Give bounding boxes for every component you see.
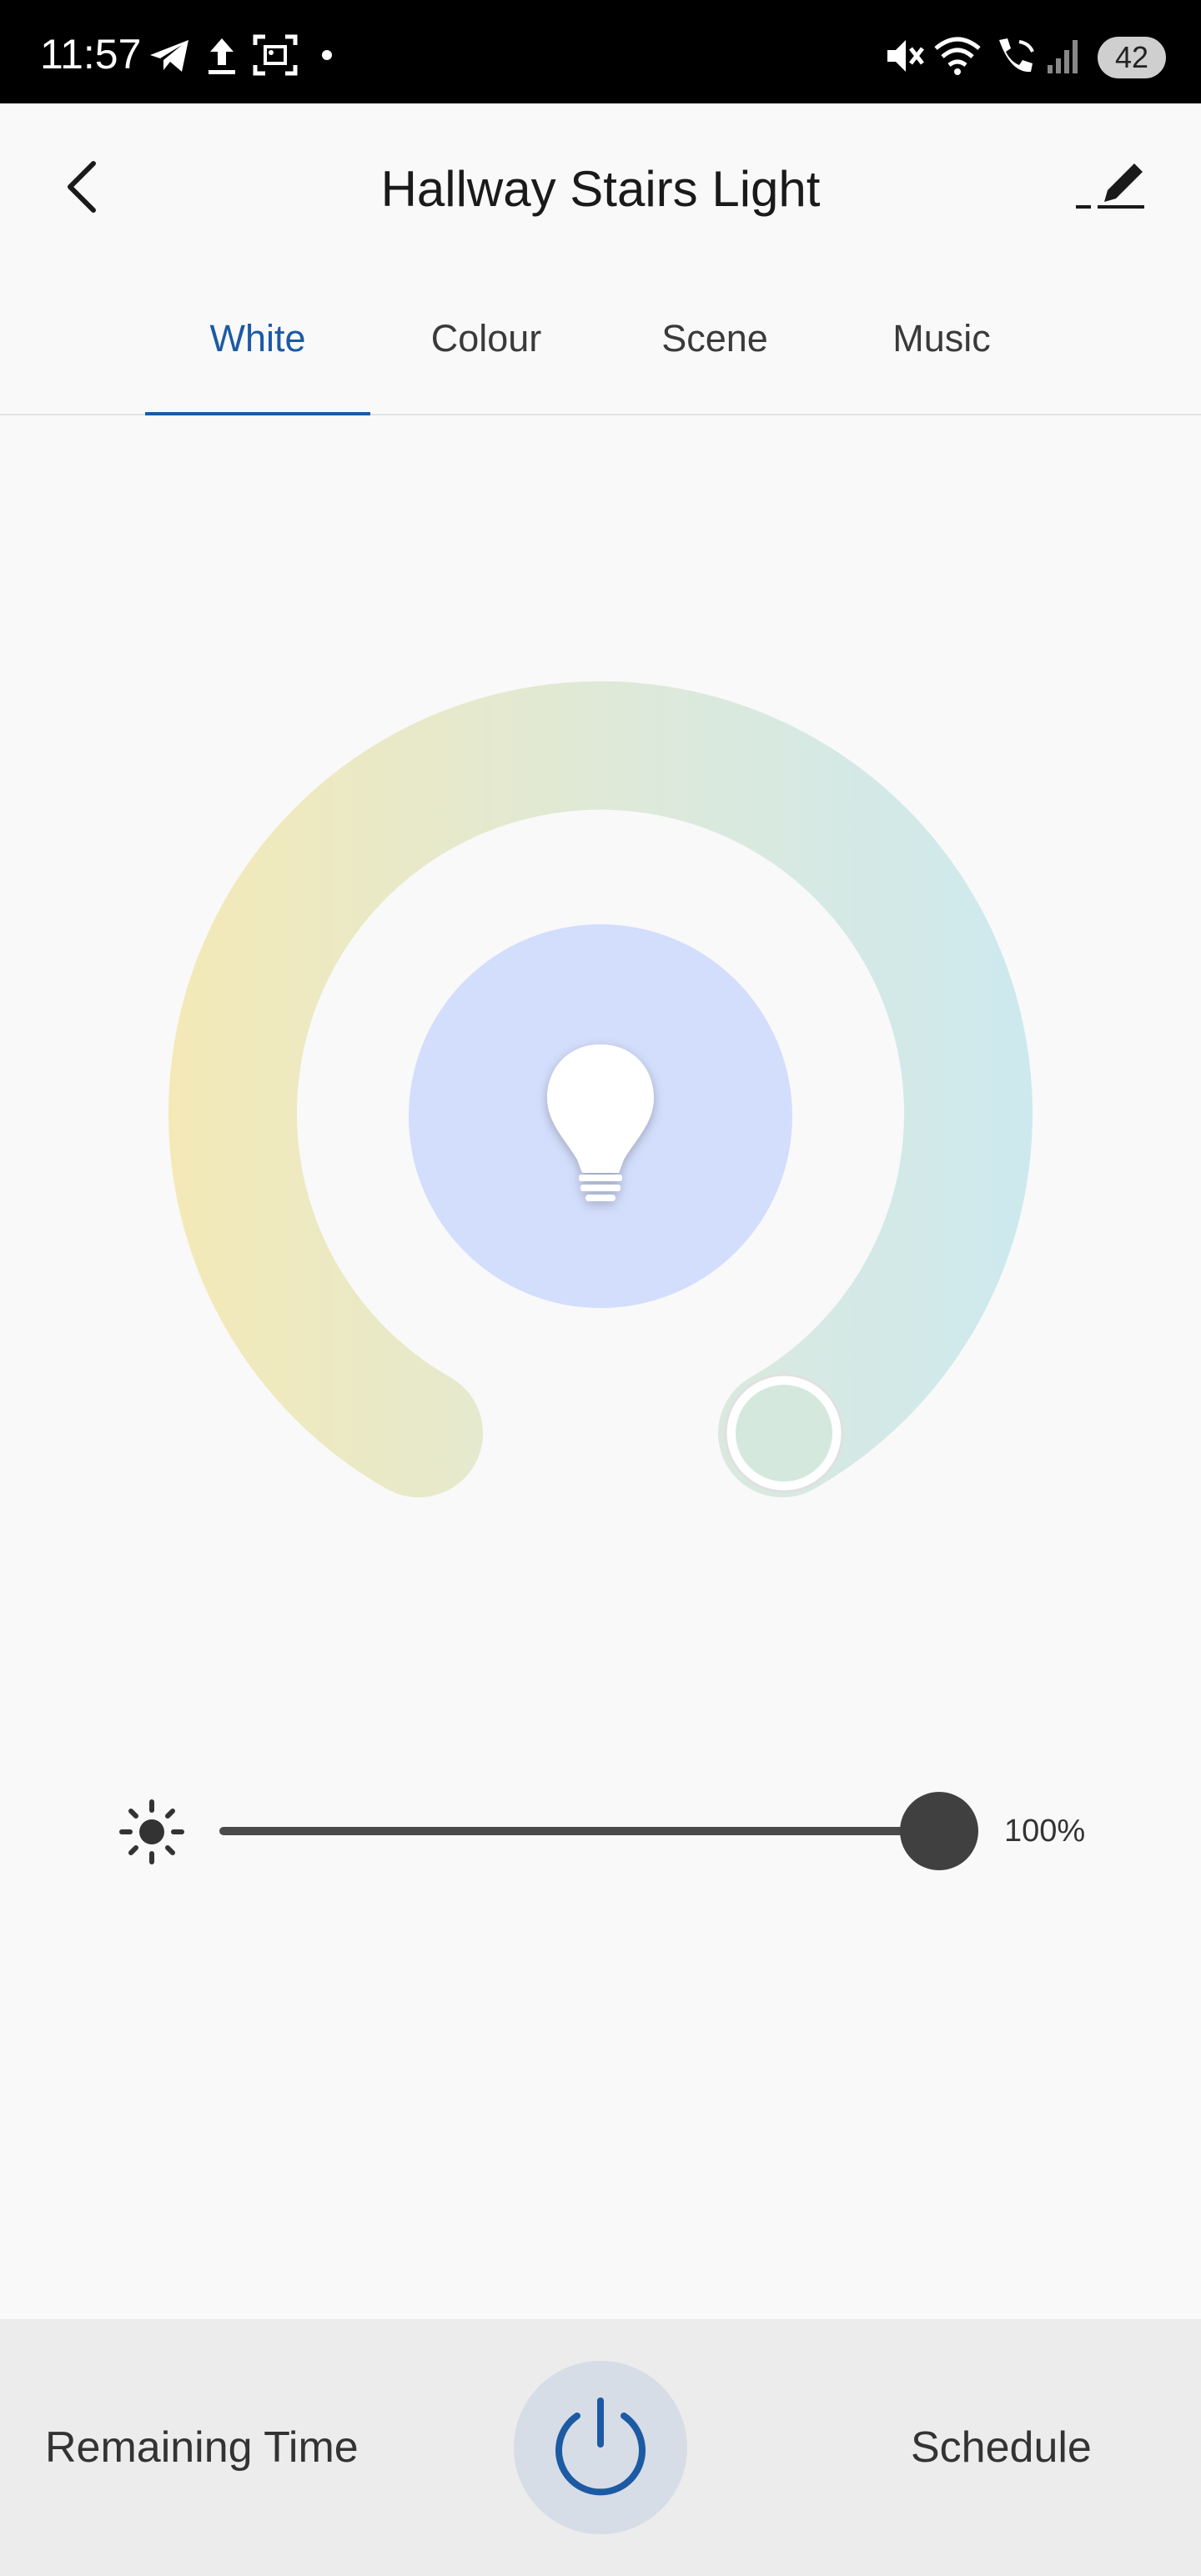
wifi-call-icon [999, 38, 1034, 73]
top-app-bar: Hallway Stairs Light [0, 103, 1201, 270]
mode-tabs: White Colour Scene Music [0, 270, 1201, 415]
status-time: 11:57 [40, 31, 142, 78]
tab-music[interactable]: Music [831, 317, 1053, 360]
temperature-handle[interactable] [724, 1373, 844, 1493]
power-icon [555, 2397, 646, 2496]
tab-scene[interactable]: Scene [604, 317, 826, 360]
sun-icon [119, 1799, 184, 1864]
brightness-row: 100% [0, 1785, 1201, 1877]
page-title: Hallway Stairs Light [380, 161, 821, 217]
bottom-action-bar: Remaining Time Schedule [0, 2319, 1201, 2576]
slider-thumb[interactable] [900, 1792, 978, 1870]
power-button[interactable] [514, 2361, 687, 2534]
brightness-percent: 100% [1004, 1814, 1086, 1849]
tab-white[interactable]: White [145, 317, 370, 360]
status-bar: 11:57 42 [0, 0, 1201, 103]
battery-indicator: 42 [1098, 37, 1166, 78]
schedule-button[interactable]: Schedule [911, 2423, 1092, 2473]
brightness-slider[interactable] [219, 1785, 986, 1877]
edit-button[interactable] [1068, 153, 1151, 220]
remaining-time-button[interactable]: Remaining Time [45, 2423, 359, 2473]
pencil-icon [1076, 164, 1144, 209]
screenshot-icon [253, 34, 298, 76]
color-temperature-dial[interactable] [0, 415, 1201, 1667]
tab-colour[interactable]: Colour [375, 317, 597, 360]
upload-icon [209, 38, 235, 74]
telegram-icon [150, 40, 188, 72]
dot-icon [322, 50, 332, 60]
wifi-icon [934, 37, 981, 75]
signal-icon [1048, 40, 1078, 73]
mute-icon [887, 40, 924, 72]
